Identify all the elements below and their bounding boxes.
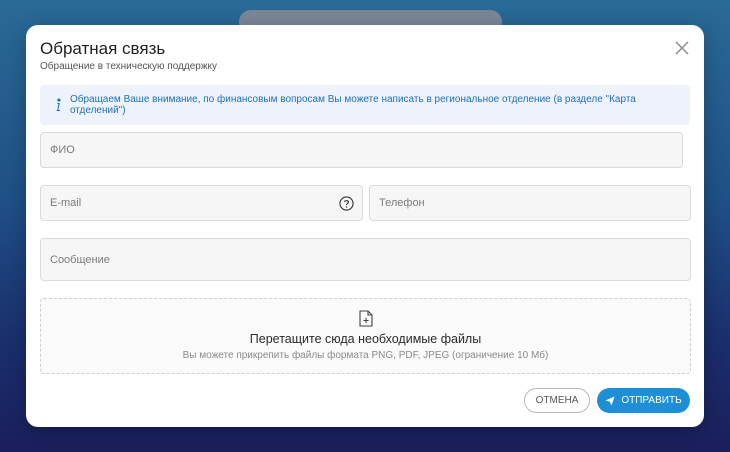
fio-placeholder: ФИО — [50, 144, 75, 156]
cancel-label: ОТМЕНА — [535, 395, 579, 406]
info-notice: Обращаем Ваше внимание, по финансовым во… — [40, 85, 690, 125]
message-placeholder: Сообщение — [50, 253, 110, 266]
info-icon — [56, 98, 61, 111]
cancel-button[interactable]: ОТМЕНА — [524, 388, 590, 413]
dropzone-title: Перетащите сюда необходимые файлы — [249, 332, 482, 346]
question-circle-icon[interactable] — [339, 196, 354, 211]
message-field[interactable]: Сообщение — [40, 238, 691, 281]
feedback-dialog: Обратная связь Обращение в техническую п… — [26, 25, 704, 427]
close-icon[interactable] — [674, 40, 690, 56]
dropzone-hint: Вы можете прикрепить файлы формата PNG, … — [182, 350, 549, 361]
send-button[interactable]: ОТПРАВИТЬ — [597, 388, 690, 413]
notice-text: Обращаем Ваше внимание, по финансовым во… — [69, 94, 636, 116]
phone-field[interactable]: Телефон — [369, 185, 691, 221]
file-dropzone[interactable]: Перетащите сюда необходимые файлы Вы мож… — [40, 298, 691, 374]
fio-field[interactable]: ФИО — [40, 132, 683, 168]
dialog-title: Обратная связь — [40, 39, 166, 58]
file-add-icon — [359, 310, 373, 327]
email-placeholder: E-mail — [50, 197, 82, 209]
dialog-subtitle: Обращение в техническую поддержку — [40, 61, 218, 72]
email-field[interactable]: E-mail — [40, 185, 363, 221]
paper-plane-icon — [605, 396, 615, 405]
phone-placeholder: Телефон — [379, 197, 425, 209]
send-label: ОТПРАВИТЬ — [621, 395, 682, 406]
